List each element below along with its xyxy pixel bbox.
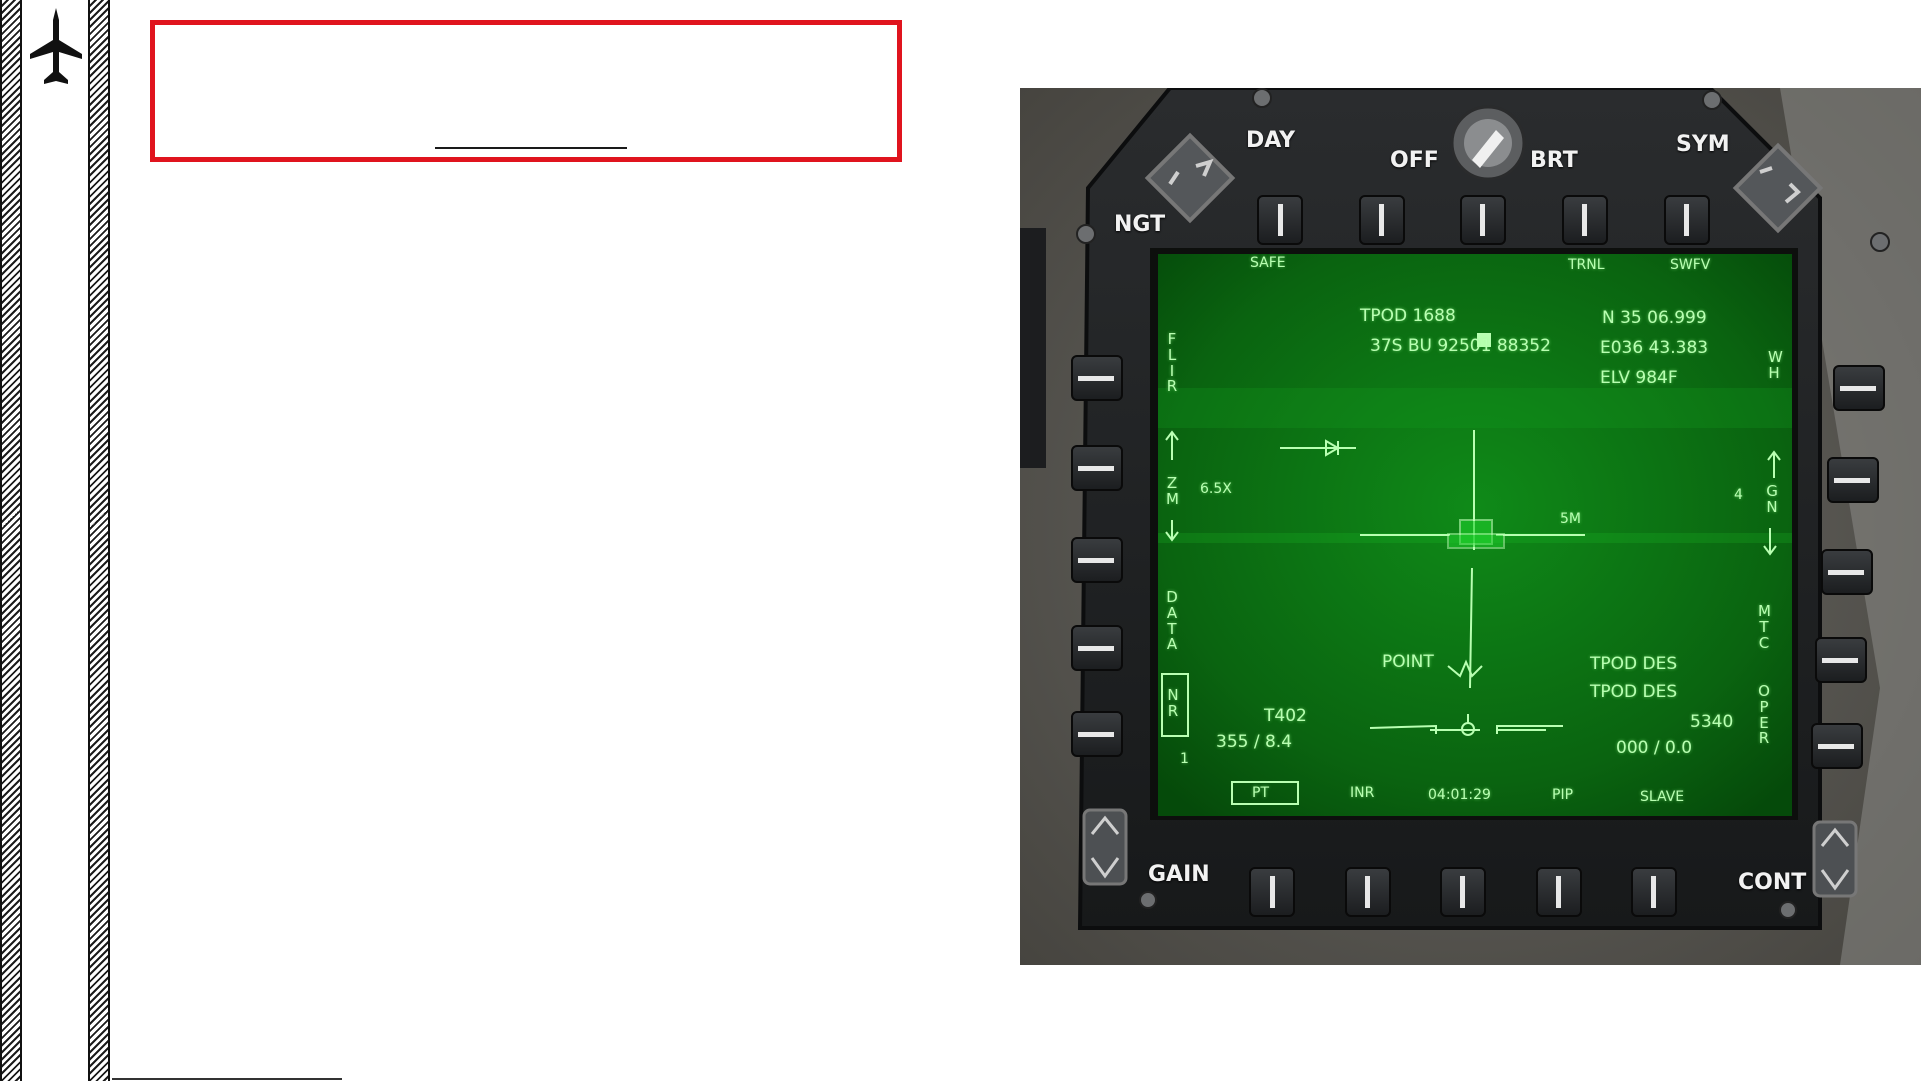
osb-label-data: DATA xyxy=(1166,588,1178,654)
range-mark: 5M xyxy=(1560,511,1581,527)
osb-label-flir: FLIR xyxy=(1166,330,1178,396)
osb-label-slave: SLAVE xyxy=(1640,789,1685,805)
latitude: N 35 06.999 xyxy=(1602,308,1707,328)
osb-label-zm: ZM xyxy=(1166,474,1179,508)
osb-label-oper: OPER xyxy=(1758,682,1770,748)
osb-label-inr: INR xyxy=(1350,785,1375,801)
gain-label: GAIN xyxy=(1148,862,1210,887)
osb-label-mtc: MTC xyxy=(1758,602,1771,652)
longitude: E036 43.383 xyxy=(1600,338,1709,358)
offset-readout: 000 / 0.0 xyxy=(1616,738,1693,758)
mission-time: 04:01:29 xyxy=(1428,787,1491,803)
nr-level: 1 xyxy=(1180,751,1189,767)
tpod-code: TPOD 1688 xyxy=(1360,306,1456,326)
ngt-label: NGT xyxy=(1114,212,1166,237)
pointing-mode: POINT xyxy=(1382,652,1434,672)
title-box xyxy=(150,20,902,162)
title-underline xyxy=(435,147,627,149)
osb-label-trnl: TRNL xyxy=(1568,257,1605,273)
osb-label-wh: WH xyxy=(1768,348,1783,382)
brt-label: BRT xyxy=(1530,148,1578,173)
right-hatched-rail xyxy=(88,0,110,1081)
slide: DAY OFF BRT SYM NGT GAIN CONT SAFE TRNL … xyxy=(0,0,1921,1081)
slant-range: 5340 xyxy=(1690,712,1734,732)
elevation: ELV 984F xyxy=(1600,368,1678,388)
sym-label: SYM xyxy=(1676,132,1730,157)
mfd-photo: DAY OFF BRT SYM NGT GAIN CONT SAFE TRNL … xyxy=(1020,88,1921,965)
osb-label-gn: GN xyxy=(1766,482,1778,516)
left-hatched-rail xyxy=(0,0,22,1081)
jet-aircraft-icon xyxy=(30,8,82,84)
target-id: T402 xyxy=(1264,706,1307,726)
osb-label-pip: PIP xyxy=(1552,787,1574,803)
osb-label-pt: PT xyxy=(1252,785,1269,801)
osb-label-nr: NR xyxy=(1167,686,1179,720)
cont-label: CONT xyxy=(1738,870,1807,895)
osb-label-safe: SAFE xyxy=(1250,255,1286,271)
target-bearing-range: 355 / 8.4 xyxy=(1216,732,1293,752)
footer-line xyxy=(112,1078,342,1080)
gain-value: 4 xyxy=(1734,487,1743,503)
off-label: OFF xyxy=(1390,148,1439,173)
mgrs-coordinate: 37S BU 92501 88352 xyxy=(1370,336,1551,356)
day-label: DAY xyxy=(1246,128,1296,153)
designation-2: TPOD DES xyxy=(1590,682,1678,702)
zoom-level: 6.5X xyxy=(1200,481,1232,497)
designation-1: TPOD DES xyxy=(1590,654,1678,674)
osb-label-swfv: SWFV xyxy=(1670,257,1711,273)
